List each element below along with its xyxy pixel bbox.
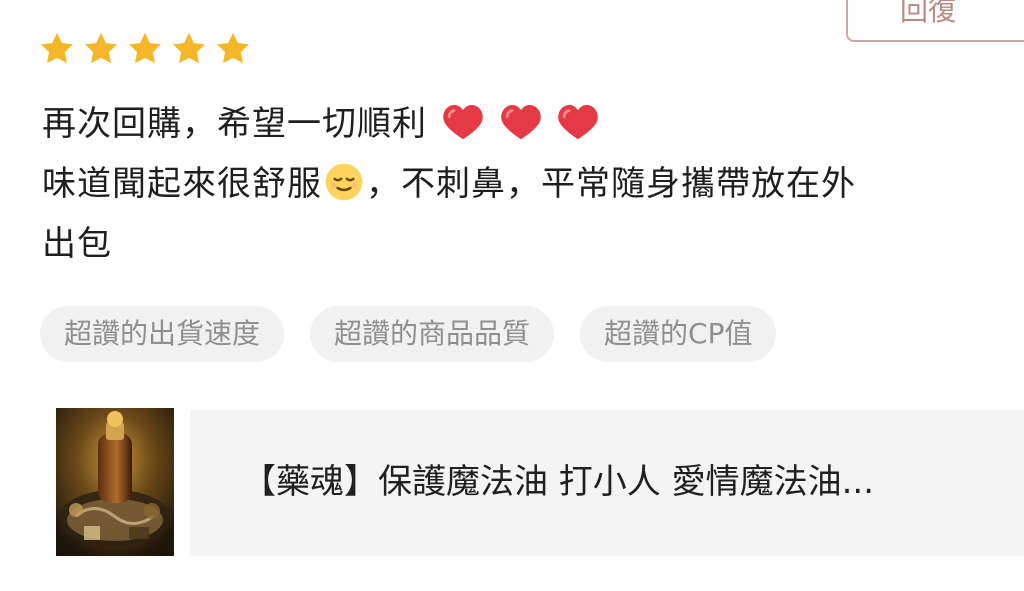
review-line-1: 再次回購，希望一切順利 bbox=[42, 94, 1012, 154]
star-icon bbox=[41, 32, 73, 64]
product-name[interactable]: 【藥魂】保護魔法油 打小人 愛情魔法油... bbox=[242, 458, 1022, 506]
review-line-1-text: 再次回購，希望一切順利 bbox=[42, 104, 427, 144]
tag-value[interactable]: 超讚的CP值 bbox=[580, 306, 777, 362]
tag-shipping-speed[interactable]: 超讚的出貨速度 bbox=[40, 306, 285, 362]
heart-icon bbox=[558, 104, 599, 140]
review-text: 再次回購，希望一切順利 味道聞起來很舒服 ，不刺鼻，平常隨身攜帶放在外 出包 bbox=[42, 94, 1012, 274]
product-title: 【藥魂】保護魔法油 打小人 愛情魔法油 bbox=[242, 462, 842, 502]
heart-icon bbox=[443, 104, 483, 140]
review-line-2-text-start: 味道聞起來很舒服 bbox=[42, 164, 322, 204]
heart-icon bbox=[500, 104, 541, 140]
star-icon bbox=[173, 32, 205, 64]
star-icon bbox=[217, 32, 249, 64]
review-tags: 超讚的出貨速度 超讚的商品品質 超讚的CP值 bbox=[40, 306, 777, 362]
reply-button[interactable]: 回復 bbox=[846, 0, 1024, 42]
review-line-2: 味道聞起來很舒服 ，不刺鼻，平常隨身攜帶放在外 bbox=[42, 154, 1012, 214]
relieved-face-icon bbox=[325, 163, 363, 201]
star-icon bbox=[129, 32, 161, 64]
product-image[interactable] bbox=[56, 408, 174, 556]
product-image-art bbox=[56, 408, 174, 556]
review-line-3: 出包 bbox=[42, 224, 112, 264]
product-card[interactable]: 【藥魂】保護魔法油 打小人 愛情魔法油... bbox=[56, 408, 1024, 556]
product-name-bar[interactable]: 【藥魂】保護魔法油 打小人 愛情魔法油... bbox=[190, 410, 1024, 556]
rating-stars bbox=[38, 30, 252, 74]
review-line-2-text-end: ，不刺鼻，平常隨身攜帶放在外 bbox=[366, 164, 856, 204]
product-title-ellipsis: ... bbox=[841, 462, 875, 502]
star-icon bbox=[85, 32, 117, 64]
tag-product-quality[interactable]: 超讚的商品品質 bbox=[310, 306, 555, 362]
